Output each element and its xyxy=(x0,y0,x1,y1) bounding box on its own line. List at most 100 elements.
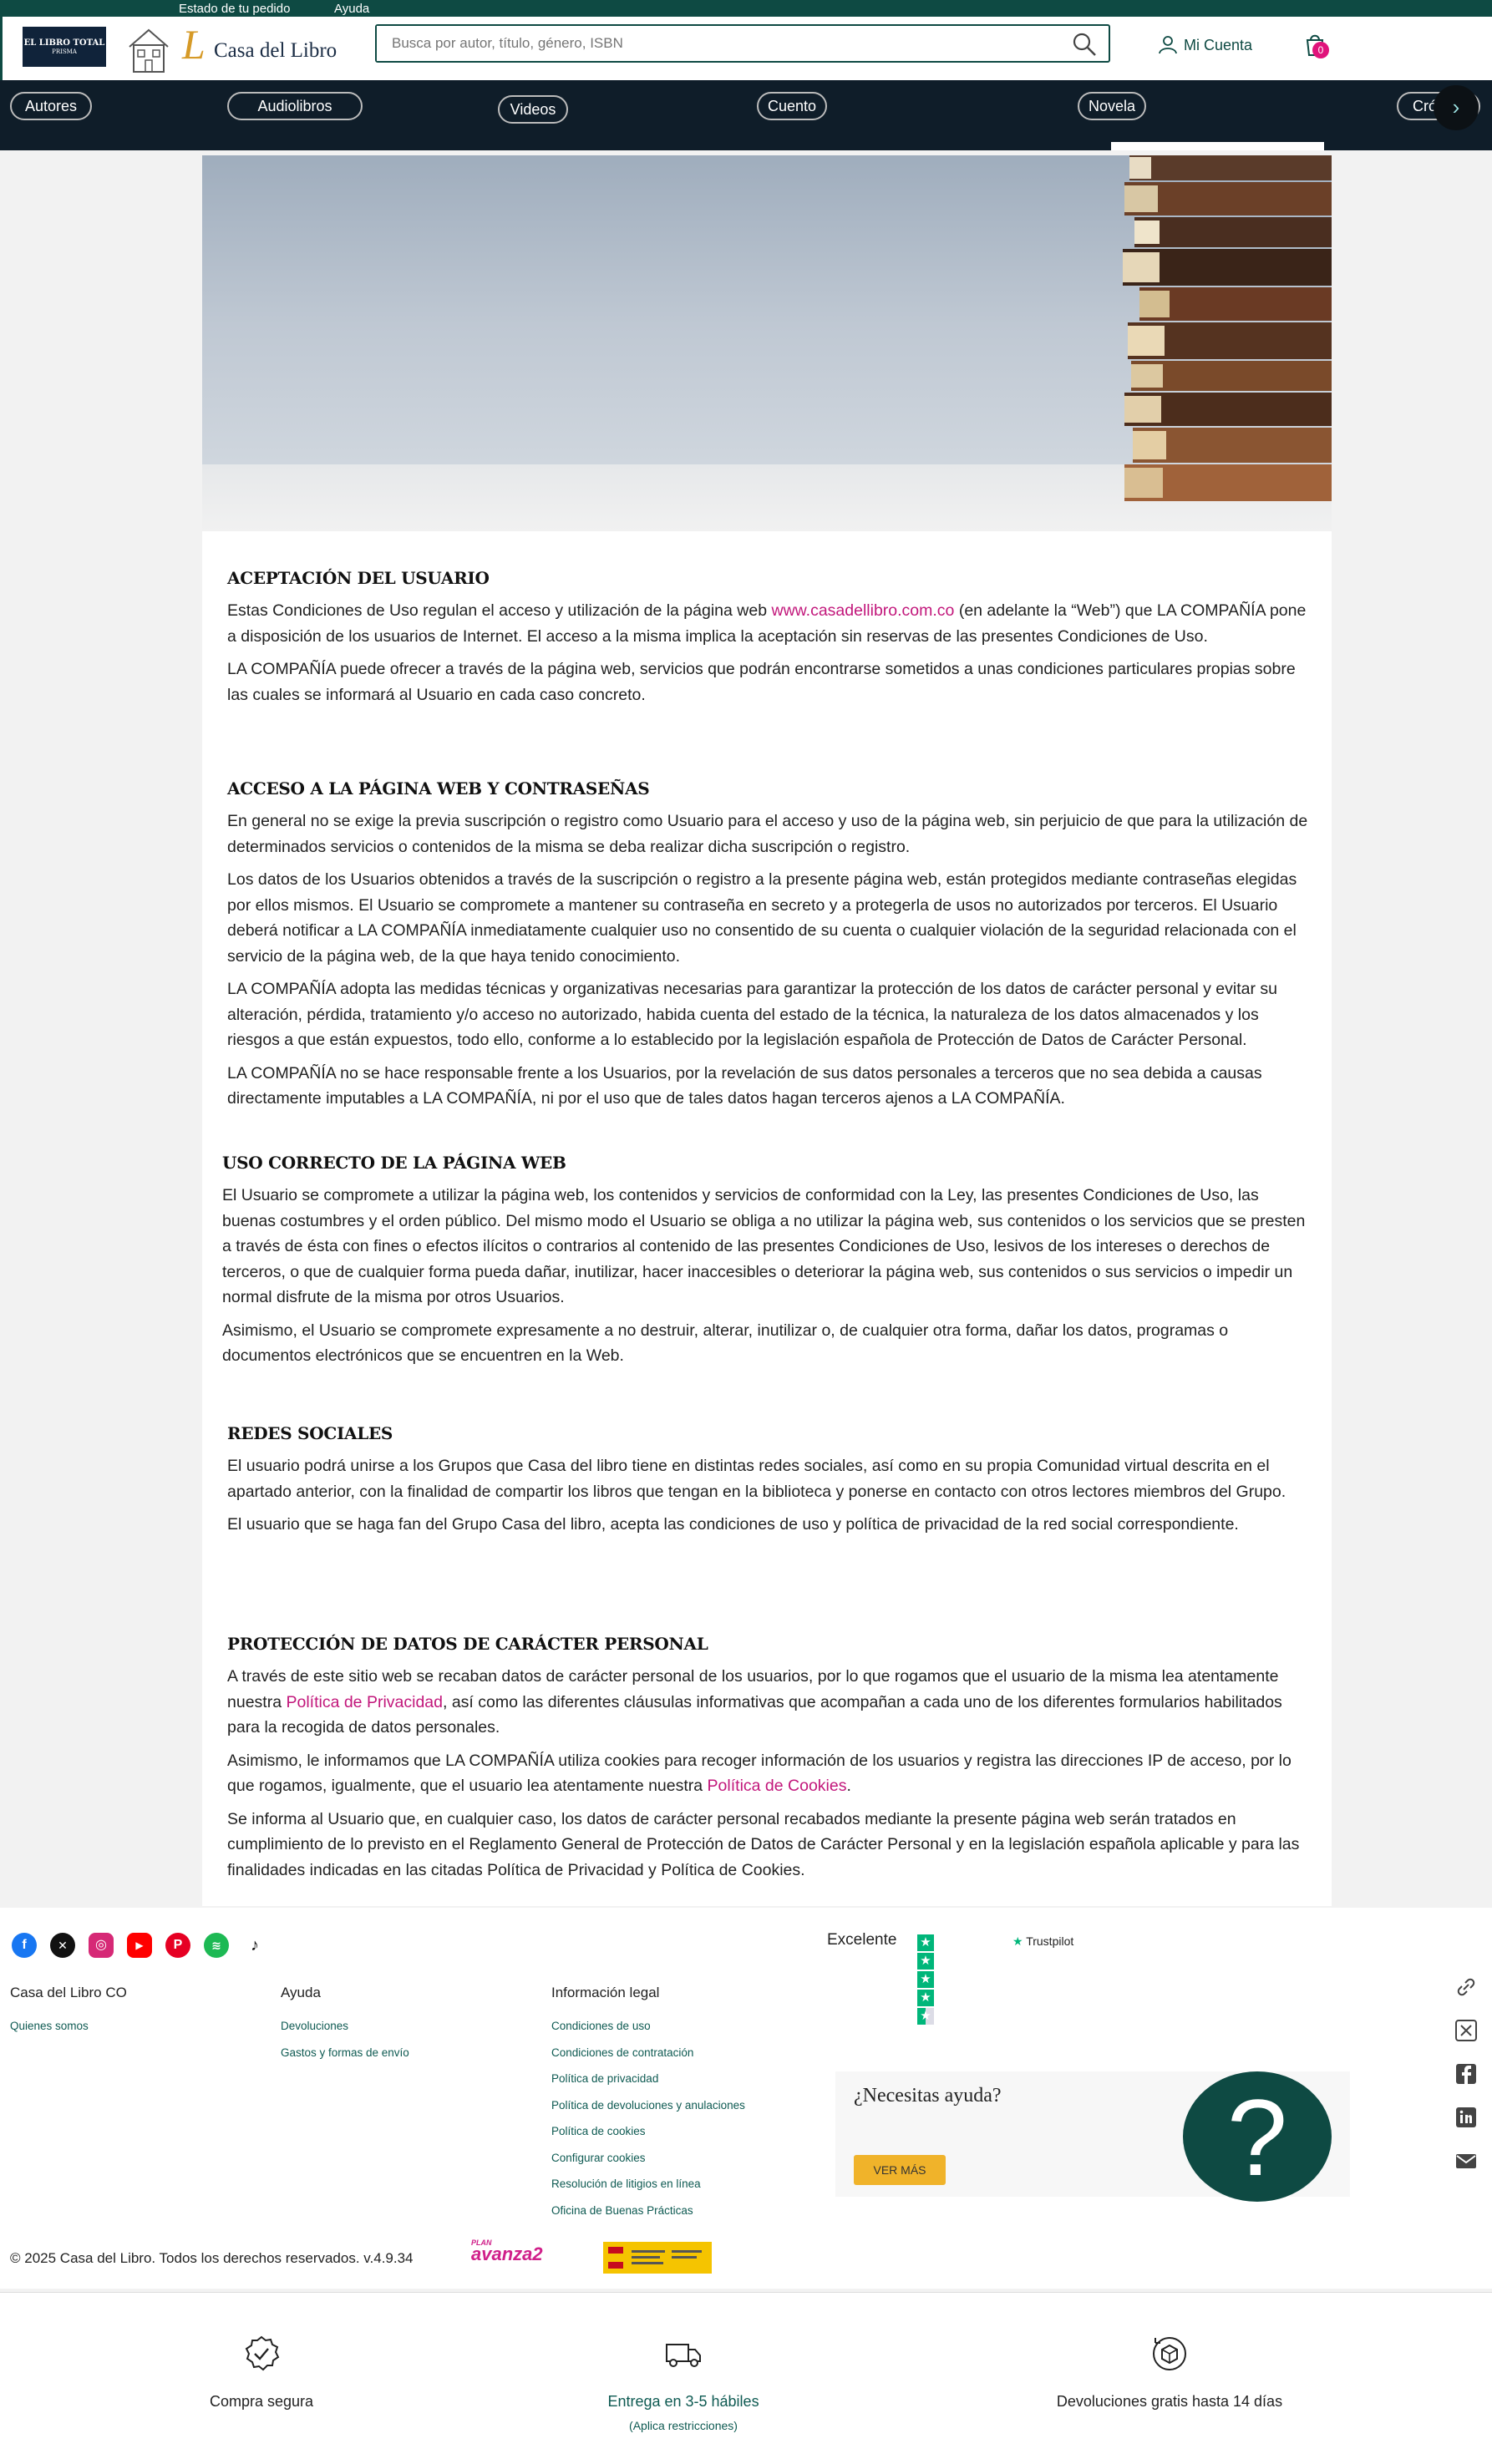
section-title: ACEPTACIÓN DEL USUARIO xyxy=(227,568,490,588)
tiktok-icon[interactable]: ♪ xyxy=(242,1933,267,1958)
footer-column-legal: Información legal Condiciones de uso Con… xyxy=(551,1985,745,2230)
footer-link-gastos-envio[interactable]: Gastos y formas de envío xyxy=(281,2046,409,2059)
nav-next-arrow-icon[interactable]: › xyxy=(1434,85,1479,130)
x-twitter-icon[interactable]: ✕ xyxy=(50,1933,75,1958)
benefit-label: Devoluciones gratis hasta 14 días xyxy=(1056,2393,1283,2410)
section-title: USO CORRECTO DE LA PÁGINA WEB xyxy=(222,1153,566,1173)
top-bar: Estado de tu pedido Ayuda xyxy=(0,0,1492,17)
user-icon xyxy=(1159,36,1177,54)
footer-link-condiciones-contratacion[interactable]: Condiciones de contratación xyxy=(551,2046,745,2059)
footer-link-politica-privacidad[interactable]: Política de privacidad xyxy=(551,2072,745,2085)
footer-column-title: Ayuda xyxy=(281,1985,321,2000)
footer-link-configurar-cookies[interactable]: Configurar cookies xyxy=(551,2152,745,2164)
copyright-text: © 2025 Casa del Libro. Todos los derecho… xyxy=(10,2250,414,2266)
pinterest-icon[interactable]: P xyxy=(165,1933,190,1958)
search-icon[interactable] xyxy=(1072,32,1097,57)
text: Estas Condiciones de Uso regulan el acce… xyxy=(227,601,772,620)
site-footer: f ✕ ◎ ▶ P ≋ ♪ Excelente ★★★★★ ★ Trustpil… xyxy=(0,1908,1492,2289)
help-link[interactable]: Ayuda xyxy=(334,2,369,16)
footer-link-resolucion-litigios[interactable]: Resolución de litigios en línea xyxy=(551,2178,745,2190)
benefit-devoluciones: Devoluciones gratis hasta 14 días xyxy=(1002,2335,1337,2411)
paragraph: A través de este sitio web se recaban da… xyxy=(227,1664,1313,1741)
benefit-label: Entrega en 3-5 hábiles xyxy=(607,2393,759,2410)
paragraph: El usuario que se haga fan del Grupo Cas… xyxy=(227,1515,1239,1534)
star-icon: ★ xyxy=(917,1934,934,1951)
paragraph: Los datos de los Usuarios obtenidos a tr… xyxy=(227,870,1297,966)
brand-l-mark: L xyxy=(182,21,206,68)
footer-link-condiciones-uso[interactable]: Condiciones de uso xyxy=(551,2020,745,2032)
help-title: ¿Necesitas ayuda? xyxy=(854,2085,1002,2107)
footer-link-politica-devoluciones[interactable]: Política de devoluciones y anulaciones xyxy=(551,2099,745,2112)
hero-banner-image xyxy=(202,155,1332,531)
section-acceso: ACCESO A LA PÁGINA WEB Y CONTRASEÑAS En … xyxy=(227,778,1313,1119)
section-title: ACCESO A LA PÁGINA WEB Y CONTRASEÑAS xyxy=(227,778,650,799)
nav-item-videos[interactable]: Videos xyxy=(498,95,568,124)
site-header: EL LIBRO TOTAL PRISMA L Casa del Libro M… xyxy=(0,17,1492,80)
help-more-button[interactable]: VER MÁS xyxy=(854,2155,946,2185)
house-logo-icon[interactable] xyxy=(126,25,171,75)
spotify-icon[interactable]: ≋ xyxy=(204,1933,229,1958)
return-box-icon xyxy=(1153,2337,1186,2370)
paragraph: LA COMPAÑÍA adopta las medidas técnicas … xyxy=(227,980,1277,1049)
x-share-icon[interactable] xyxy=(1454,2018,1479,2043)
facebook-share-icon[interactable] xyxy=(1454,2061,1479,2086)
section-title: REDES SOCIALES xyxy=(227,1423,393,1443)
account-label: Mi Cuenta xyxy=(1184,37,1253,53)
shield-check-icon xyxy=(245,2335,280,2371)
star-icon: ★ xyxy=(917,1953,934,1970)
section-redes-sociales: REDES SOCIALES El usuario podrá unirse a… xyxy=(227,1423,1313,1545)
email-share-icon[interactable] xyxy=(1454,2148,1479,2173)
instagram-icon[interactable]: ◎ xyxy=(89,1933,114,1958)
footer-link-quienes-somos[interactable]: Quienes somos xyxy=(10,2020,127,2032)
help-box: ¿Necesitas ayuda? VER MÁS ? xyxy=(835,2071,1350,2202)
paragraph: Estas Condiciones de Uso regulan el acce… xyxy=(227,598,1313,649)
copy-link-icon[interactable] xyxy=(1454,1975,1479,2000)
search-input[interactable] xyxy=(377,26,1045,61)
footer-link-politica-cookies[interactable]: Política de cookies xyxy=(551,2125,745,2137)
trustpilot-brand: ★ Trustpilot xyxy=(1012,1934,1073,1949)
trustpilot-rating-text: Excelente xyxy=(827,1931,897,1949)
paragraph: El Usuario se compromete a utilizar la p… xyxy=(222,1186,1306,1306)
book-stack-illustration xyxy=(1123,155,1332,501)
casadellibro-link[interactable]: www.casadellibro.com.co xyxy=(771,601,954,620)
trustpilot-widget[interactable]: Excelente ★★★★★ ★ Trustpilot xyxy=(827,1931,1073,2025)
benefit-entrega: Entrega en 3-5 hábiles (Aplica restricci… xyxy=(516,2335,850,2432)
footer-column-company: Casa del Libro CO Quienes somos xyxy=(10,1985,127,2046)
star-icon: ★ xyxy=(917,1971,934,1988)
avanza-small-text: PLAN xyxy=(471,2238,492,2247)
paragraph: LA COMPAÑÍA no se hace responsable frent… xyxy=(227,1063,1262,1108)
linkedin-share-icon[interactable] xyxy=(1454,2105,1479,2130)
search-box xyxy=(375,24,1110,63)
logo-total-text: EL LIBRO TOTAL xyxy=(23,38,105,48)
facebook-icon[interactable]: f xyxy=(12,1933,37,1958)
section-uso-correcto: USO CORRECTO DE LA PÁGINA WEB El Usuario… xyxy=(222,1153,1308,1376)
plan-avanza-logo: PLAN avanza2 xyxy=(471,2238,580,2272)
privacy-policy-link[interactable]: Política de Privacidad xyxy=(286,1693,443,1711)
brand-name: Casa del Libro xyxy=(214,39,337,62)
footer-link-buenas-practicas[interactable]: Oficina de Buenas Prácticas xyxy=(551,2204,745,2217)
benefit-label: Compra segura xyxy=(209,2393,314,2410)
section-title: PROTECCIÓN DE DATOS DE CARÁCTER PERSONAL xyxy=(227,1634,708,1654)
nav-item-novela[interactable]: Novela xyxy=(1078,92,1146,120)
trustpilot-star-icon: ★ xyxy=(1012,1934,1023,1948)
benefits-bar: Compra segura Entrega en 3-5 hábiles (Ap… xyxy=(0,2292,1492,2464)
star-half-icon: ★ xyxy=(917,2008,934,2025)
nav-item-autores[interactable]: Autores xyxy=(10,92,92,120)
star-icon: ★ xyxy=(917,1990,934,2006)
section-aceptacion: ACEPTACIÓN DEL USUARIO Estas Condiciones… xyxy=(227,568,1313,715)
section-proteccion-datos: PROTECCIÓN DE DATOS DE CARÁCTER PERSONAL… xyxy=(227,1634,1313,1890)
spanish-government-logo xyxy=(603,2242,712,2274)
footer-link-devoluciones[interactable]: Devoluciones xyxy=(281,2020,409,2032)
nav-item-cuento[interactable]: Cuento xyxy=(757,92,827,120)
nav-item-audiolibros[interactable]: Audiolibros xyxy=(227,92,363,120)
order-status-link[interactable]: Estado de tu pedido xyxy=(179,2,290,16)
truck-icon xyxy=(666,2344,701,2367)
youtube-icon[interactable]: ▶ xyxy=(127,1933,152,1958)
cookies-policy-link[interactable]: Política de Cookies xyxy=(708,1777,847,1795)
question-mark-icon[interactable]: ? xyxy=(1183,2071,1332,2202)
footer-column-title: Información legal xyxy=(551,1985,660,2000)
category-nav: Autores Audiolibros Videos Cuento Novela… xyxy=(0,80,1492,150)
el-libro-total-logo[interactable]: EL LIBRO TOTAL PRISMA xyxy=(23,27,106,67)
paragraph: El usuario podrá unirse a los Grupos que… xyxy=(227,1457,1286,1501)
nav-overlay-strip xyxy=(1111,142,1324,150)
